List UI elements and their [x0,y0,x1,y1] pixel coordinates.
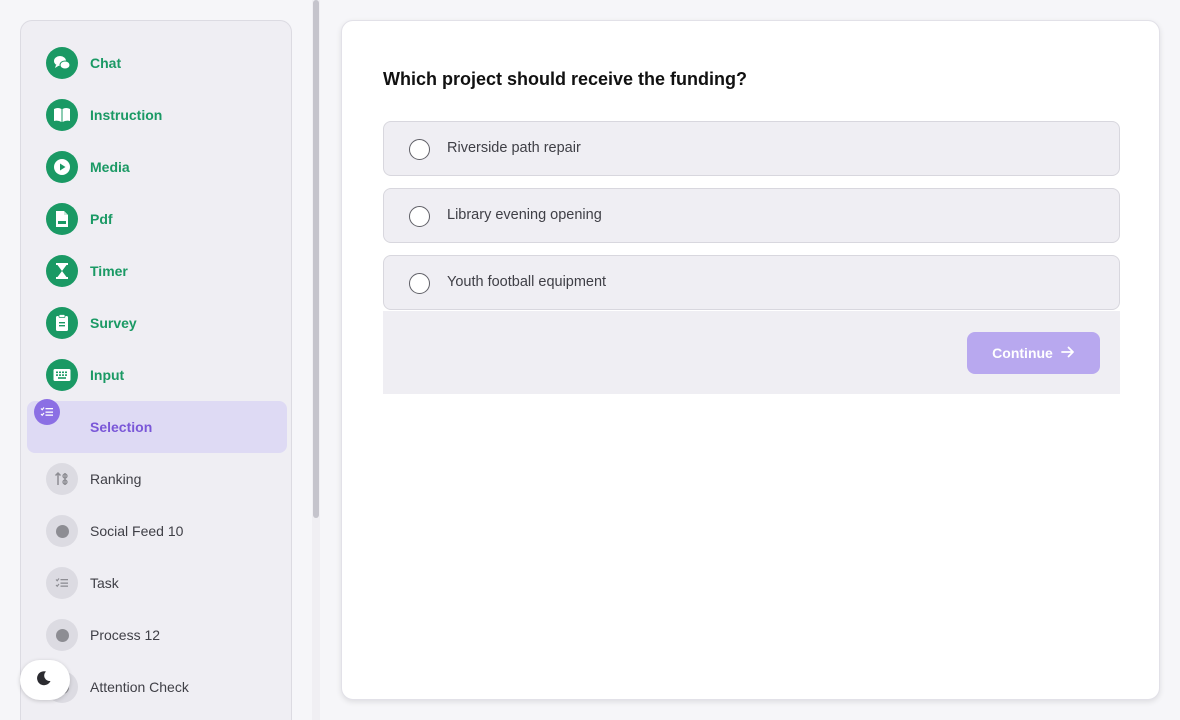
play-icon [46,151,78,183]
sidebar-item-input[interactable]: Input [27,349,287,401]
pdf-file-icon [46,203,78,235]
sidebar-item-pdf[interactable]: Pdf [27,193,287,245]
hourglass-icon [46,255,78,287]
radio-button[interactable] [409,273,430,294]
checklist-icon [34,399,60,425]
radio-button[interactable] [409,206,430,227]
sidebar-item-label: Pdf [90,211,113,227]
sidebar-item-label: Attention Check [90,679,189,695]
sidebar-item-process-12[interactable]: Process 12 [27,609,287,661]
sidebar: Chat Instruction Media Pdf Timer Survey … [20,20,292,720]
option-library-evening-opening[interactable]: Library evening opening [383,188,1120,243]
radio-button[interactable] [409,139,430,160]
sidebar-item-label: Chat [90,55,122,71]
option-riverside-path-repair[interactable]: Riverside path repair [383,121,1120,176]
sidebar-item-label: Instruction [90,107,163,123]
sidebar-item-selection[interactable]: Selection [27,399,287,453]
sidebar-item-ranking[interactable]: Ranking [27,453,287,505]
dot-icon [46,619,78,651]
keyboard-icon [46,359,78,391]
scrollbar-thumb[interactable] [313,0,319,518]
option-label: Youth football equipment [447,274,607,290]
moon-icon [36,670,52,691]
sidebar-item-label: Survey [90,315,137,331]
option-youth-football-equipment[interactable]: Youth football equipment [383,255,1120,310]
sidebar-item-chat[interactable]: Chat [27,37,287,89]
sidebar-item-social-feed-10[interactable]: Social Feed 10 [27,505,287,557]
sidebar-item-label: Selection [90,419,153,435]
clipboard-icon [46,307,78,339]
continue-label: Continue [992,345,1053,361]
sidebar-item-label: Media [90,159,130,175]
arrow-right-icon [1060,345,1075,361]
theme-toggle-button[interactable] [20,660,70,700]
sidebar-item-label: Input [90,367,125,383]
option-label: Library evening opening [447,207,602,223]
sort-icon [46,463,78,495]
sidebar-item-media[interactable]: Media [27,141,287,193]
book-icon [46,99,78,131]
sidebar-item-label: Task [90,575,119,591]
sidebar-item-label: Social Feed 10 [90,523,184,539]
card-footer: Continue [383,311,1120,394]
sidebar-item-label: Timer [90,263,128,279]
sidebar-item-instruction[interactable]: Instruction [27,89,287,141]
question-title: Which project should receive the funding… [383,69,748,89]
sidebar-item-timer[interactable]: Timer [27,245,287,297]
chat-bubbles-icon [46,47,78,79]
checklist-icon [46,567,78,599]
continue-button[interactable]: Continue [967,332,1100,374]
dot-icon [46,515,78,547]
option-label: Riverside path repair [447,140,581,156]
question-card: Which project should receive the funding… [341,20,1160,700]
sidebar-item-label: Process 12 [90,627,161,643]
sidebar-item-survey[interactable]: Survey [27,297,287,349]
sidebar-item-label: Ranking [90,471,142,487]
sidebar-item-task[interactable]: Task [27,557,287,609]
